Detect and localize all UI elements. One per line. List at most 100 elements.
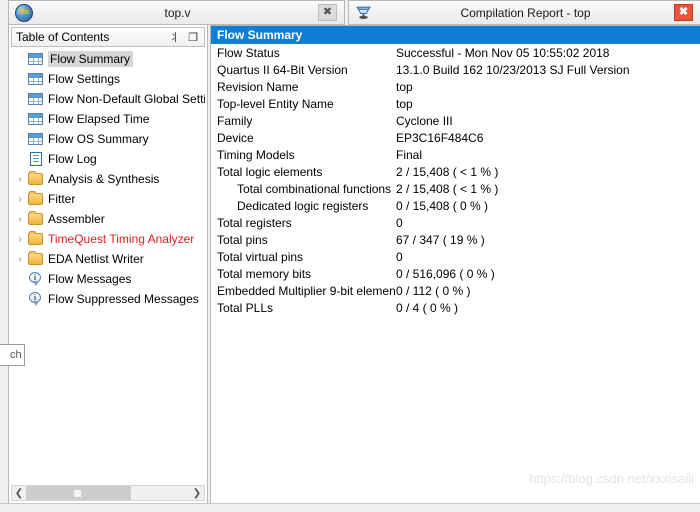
expander-icon[interactable] [13, 152, 27, 166]
expander-icon[interactable] [13, 112, 27, 126]
report-row[interactable]: Top-level Entity Name top [211, 95, 700, 112]
toc-item-flow-messages[interactable]: i Flow Messages [11, 269, 205, 289]
toc-item-label: Flow Suppressed Messages [48, 292, 199, 306]
report-row-value: Final [396, 147, 423, 162]
grid-icon [28, 93, 43, 105]
toc-item-label: Fitter [48, 192, 76, 206]
report-row[interactable]: Total logic elements 2 / 15,408 ( < 1 % ) [211, 163, 700, 180]
report-row[interactable]: Flow Status Successful - Mon Nov 05 10:55… [211, 44, 700, 61]
report-close-button[interactable]: ✖ [674, 4, 693, 21]
expander-icon[interactable]: › [13, 212, 27, 226]
expander-icon[interactable] [13, 72, 27, 86]
toc-header-title: Table of Contents [16, 30, 110, 44]
report-row-key: Flow Status [217, 45, 280, 60]
report-window-titlebar[interactable]: Compilation Report - top ✖ [348, 0, 700, 25]
editor-close-button[interactable]: ✖ [318, 4, 337, 21]
folder-icon [28, 211, 43, 225]
report-row-value: 0 [396, 249, 403, 264]
expander-icon[interactable] [13, 92, 27, 106]
flow-summary-table: Flow Status Successful - Mon Nov 05 10:55… [211, 44, 700, 504]
toc-item-assembler[interactable]: › Assembler [11, 209, 205, 229]
report-row-value: Cyclone III [396, 113, 453, 128]
report-row-key: Total virtual pins [217, 249, 304, 264]
report-row-value: top [396, 96, 413, 111]
toc-item-label: Flow Non-Default Global Settings [48, 92, 205, 106]
folder-icon [28, 171, 43, 185]
toc-item-fitter[interactable]: › Fitter [11, 189, 205, 209]
grid-icon [28, 133, 43, 145]
report-row-key: Timing Models [217, 147, 295, 162]
report-row[interactable]: Family Cyclone III [211, 112, 700, 129]
toc-item-label: Flow Settings [48, 72, 121, 86]
report-row[interactable]: Dedicated logic registers 0 / 15,408 ( 0 … [211, 197, 700, 214]
folder-icon [28, 251, 43, 265]
report-row-value: 0 / 112 ( 0 % ) [396, 283, 471, 298]
toc-item-flow-settings[interactable]: Flow Settings [11, 69, 205, 89]
report-window-title: Compilation Report - top [460, 5, 591, 20]
toc-item-timequest-timing-analyzer[interactable]: › TimeQuest Timing Analyzer [11, 229, 205, 249]
toc-item-flow-os-summary[interactable]: Flow OS Summary [11, 129, 205, 149]
expander-icon[interactable] [13, 292, 27, 306]
toc-item-eda-netlist-writer[interactable]: › EDA Netlist Writer [11, 249, 205, 269]
flow-summary-header: Flow Summary [211, 26, 700, 44]
report-row[interactable]: Timing Models Final [211, 146, 700, 163]
toc-item-label: Analysis & Synthesis [48, 172, 160, 186]
report-row[interactable]: Revision Name top [211, 78, 700, 95]
scroll-left-arrow-icon[interactable]: ❮ [12, 486, 26, 500]
search-box-cutoff[interactable]: ch [0, 344, 25, 366]
expander-icon[interactable] [13, 52, 27, 66]
scrollbar-track[interactable] [26, 486, 190, 500]
scrollbar-grip [74, 490, 81, 497]
toc-tree[interactable]: Flow Summary Flow Settings Flow Non-Defaul… [11, 49, 205, 459]
toc-item-flow-elapsed-time[interactable]: Flow Elapsed Time [11, 109, 205, 129]
expander-icon[interactable] [13, 272, 27, 286]
report-row[interactable]: Total pins 67 / 347 ( 19 % ) [211, 231, 700, 248]
editor-window-title: top.v [164, 5, 191, 20]
report-row[interactable]: Total virtual pins 0 [211, 248, 700, 265]
verilog-file-icon-text: abc [15, 3, 33, 22]
expander-icon[interactable]: › [13, 232, 27, 246]
grid-icon [28, 53, 43, 65]
report-row[interactable]: Device EP3C16F484C6 [211, 129, 700, 146]
toc-item-label: Assembler [48, 212, 105, 226]
toc-item-flow-log[interactable]: Flow Log [11, 149, 205, 169]
editor-window-titlebar[interactable]: abc top.v ✖ [8, 0, 345, 25]
scroll-right-arrow-icon[interactable]: ❯ [190, 486, 204, 500]
report-row-key: Family [217, 113, 253, 128]
report-row[interactable]: Total memory bits 0 / 516,096 ( 0 % ) [211, 265, 700, 282]
pin-icon[interactable]: 丬 [168, 30, 182, 44]
toc-item-flow-non-default-global-settings[interactable]: Flow Non-Default Global Settings [11, 89, 205, 109]
scrollbar-thumb[interactable] [26, 486, 131, 500]
toc-item-analysis-synthesis[interactable]: › Analysis & Synthesis [11, 169, 205, 189]
window-left-edge [0, 0, 8, 512]
toc-item-label: EDA Netlist Writer [48, 252, 144, 266]
toc-item-flow-suppressed-messages[interactable]: i Flow Suppressed Messages [11, 289, 205, 309]
toc-item-flow-summary[interactable]: Flow Summary [11, 49, 205, 69]
report-row[interactable]: Total combinational functions 2 / 15,408 … [211, 180, 700, 197]
report-row-value: 67 / 347 ( 19 % ) [396, 232, 485, 247]
report-row-key: Total memory bits [217, 266, 312, 281]
expander-icon[interactable]: › [13, 252, 27, 266]
restore-icon[interactable]: ❐ [186, 30, 200, 44]
info-icon: i [29, 292, 42, 306]
toc-header: Table of Contents 丬 ❐ [11, 27, 205, 47]
report-row[interactable]: Quartus II 64-Bit Version 13.1.0 Build 16… [211, 61, 700, 78]
report-row-key: Total pins [217, 232, 268, 247]
report-row[interactable]: Embedded Multiplier 9-bit elements 0 / 11… [211, 282, 700, 299]
report-row-key: Dedicated logic registers [237, 198, 369, 213]
report-row[interactable]: Total PLLs 0 / 4 ( 0 % ) [211, 299, 700, 316]
folder-icon [28, 191, 43, 205]
compilation-report-panel: Flow Summary Flow Status Successful - Mon… [210, 25, 700, 504]
window-bottom-edge [0, 503, 700, 512]
expander-icon[interactable]: › [13, 192, 27, 206]
expander-icon[interactable]: › [13, 172, 27, 186]
expander-icon[interactable] [13, 132, 27, 146]
report-row[interactable]: Total registers 0 [211, 214, 700, 231]
report-row-value: top [396, 79, 413, 94]
report-row-key: Device [217, 130, 254, 145]
report-row-value: EP3C16F484C6 [396, 130, 484, 145]
watermark-text: https://blog.csdn.net/xxxisaili [529, 471, 694, 486]
toc-item-label: Flow Summary [48, 51, 134, 67]
report-row-key: Total logic elements [217, 164, 323, 179]
toc-horizontal-scrollbar[interactable]: ❮ ❯ [11, 485, 205, 501]
